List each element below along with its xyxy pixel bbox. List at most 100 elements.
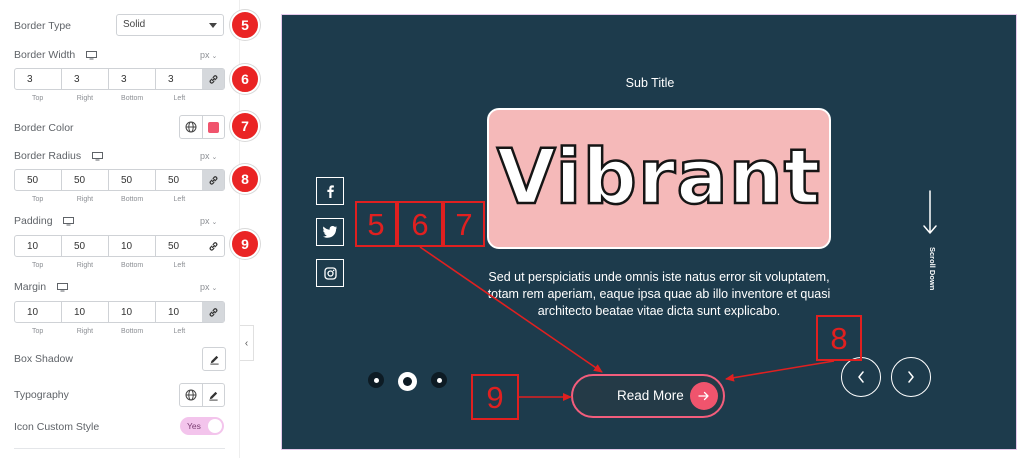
border-width-side-labels: Top Right Bottom Left (14, 95, 203, 102)
margin-bottom[interactable]: 10 (109, 302, 156, 322)
desktop-icon[interactable] (63, 216, 75, 226)
padding-left[interactable]: 50 (156, 236, 202, 256)
border-radius-unit[interactable]: px ⌄ (200, 151, 217, 161)
border-width-bottom[interactable]: 3 (109, 69, 156, 89)
next-slide-button[interactable] (891, 357, 931, 397)
annotation-box-8: 8 (816, 315, 862, 361)
twitter-icon[interactable] (316, 218, 344, 246)
side-label-right: Right (76, 262, 94, 269)
screen: Border Type Solid 5 Border Width px ⌄ 3 3… (0, 0, 1024, 458)
slide-title: Vibrant (496, 131, 822, 223)
pencil-icon (209, 355, 219, 365)
caret-down-icon: ⌄ (211, 53, 218, 60)
icon-custom-style-label: Icon Custom Style (14, 421, 100, 433)
facebook-icon[interactable] (316, 177, 344, 205)
arrow-glyph (698, 391, 709, 401)
border-type-label: Border Type (14, 20, 72, 32)
border-width-inputs: 3 3 3 3 (14, 68, 225, 90)
side-label-bottom: Bottom (121, 328, 144, 335)
scroll-down-label: Scroll Down (928, 247, 937, 291)
step-badge-7: 7 (230, 111, 260, 141)
typography-label: Typography (14, 389, 69, 401)
slide-title-box: Vibrant (487, 108, 831, 249)
margin-side-labels: Top Right Bottom Left (14, 328, 203, 335)
icon-custom-style-toggle[interactable]: Yes (180, 417, 224, 435)
side-label-left: Left (173, 262, 186, 269)
margin-unit[interactable]: px ⌄ (200, 282, 217, 292)
slide-subtitle: Sub Title (625, 76, 675, 90)
link-values-button[interactable] (202, 170, 224, 190)
side-label-left: Left (173, 196, 186, 203)
pagination-dot[interactable] (431, 372, 447, 388)
chevron-right-icon (908, 371, 914, 383)
unit-text: px (200, 50, 210, 60)
instagram-glyph (323, 266, 337, 280)
arrow-down-icon[interactable] (922, 189, 938, 237)
side-label-right: Right (76, 196, 94, 203)
margin-top[interactable]: 10 (15, 302, 62, 322)
side-label-right: Right (76, 95, 94, 102)
toggle-knob (208, 419, 222, 433)
margin-left[interactable]: 10 (156, 302, 202, 322)
side-label-bottom: Bottom (121, 262, 144, 269)
link-values-button[interactable] (202, 302, 224, 322)
desktop-icon[interactable] (57, 282, 69, 292)
step-badge-9: 9 (230, 229, 260, 259)
link-icon (209, 307, 217, 317)
border-width-top[interactable]: 3 (15, 69, 62, 89)
color-swatch (208, 121, 219, 133)
read-more-button[interactable]: Read More (571, 374, 725, 418)
side-label-top: Top (31, 328, 44, 335)
annotation-box-5: 5 (355, 201, 397, 247)
padding-label-text: Padding (14, 215, 53, 227)
padding-right[interactable]: 50 (62, 236, 109, 256)
border-radius-label: Border Radius (14, 150, 104, 162)
section-divider (14, 448, 225, 449)
border-width-label: Border Width (14, 49, 98, 61)
edit-box-shadow-button[interactable] (203, 348, 225, 370)
margin-label-text: Margin (14, 281, 47, 293)
desktop-icon[interactable] (92, 151, 104, 161)
collapse-panel-button[interactable]: ‹ (240, 325, 254, 361)
padding-top[interactable]: 10 (15, 236, 62, 256)
facebook-glyph (327, 185, 334, 198)
unit-text: px (200, 216, 210, 226)
link-icon (209, 175, 217, 185)
border-radius-right[interactable]: 50 (62, 170, 109, 190)
border-width-unit[interactable]: px ⌄ (200, 50, 217, 60)
border-radius-left[interactable]: 50 (156, 170, 202, 190)
border-type-select[interactable]: Solid (116, 14, 224, 36)
desktop-icon[interactable] (86, 50, 98, 60)
link-values-button[interactable] (202, 236, 224, 256)
pagination-dot-active[interactable] (398, 372, 417, 391)
pagination-dot[interactable] (368, 372, 384, 388)
annotation-box-7: 7 (443, 201, 485, 247)
side-label-bottom: Bottom (121, 95, 144, 102)
border-radius-bottom[interactable]: 50 (109, 170, 156, 190)
color-picker-button[interactable] (202, 116, 224, 138)
caret-down-icon: ⌄ (211, 285, 218, 292)
global-color-button[interactable] (180, 116, 202, 138)
side-label-right: Right (76, 328, 94, 335)
box-shadow-label: Box Shadow (14, 353, 73, 365)
border-radius-inputs: 50 50 50 50 (14, 169, 225, 191)
instagram-icon[interactable] (316, 259, 344, 287)
side-label-left: Left (173, 328, 186, 335)
pencil-icon (209, 391, 218, 401)
edit-typography-button[interactable] (202, 384, 224, 406)
margin-right[interactable]: 10 (62, 302, 109, 322)
globe-icon (185, 389, 197, 401)
border-width-right[interactable]: 3 (62, 69, 109, 89)
border-radius-top[interactable]: 50 (15, 170, 62, 190)
side-label-top: Top (31, 196, 44, 203)
border-width-label-text: Border Width (14, 49, 76, 61)
padding-bottom[interactable]: 10 (109, 236, 156, 256)
side-label-top: Top (31, 262, 44, 269)
global-typography-button[interactable] (180, 384, 202, 406)
padding-unit[interactable]: px ⌄ (200, 216, 217, 226)
side-label-top: Top (31, 95, 44, 102)
prev-slide-button[interactable] (841, 357, 881, 397)
link-values-button[interactable] (202, 69, 224, 89)
border-width-left[interactable]: 3 (156, 69, 202, 89)
twitter-glyph (323, 226, 337, 238)
